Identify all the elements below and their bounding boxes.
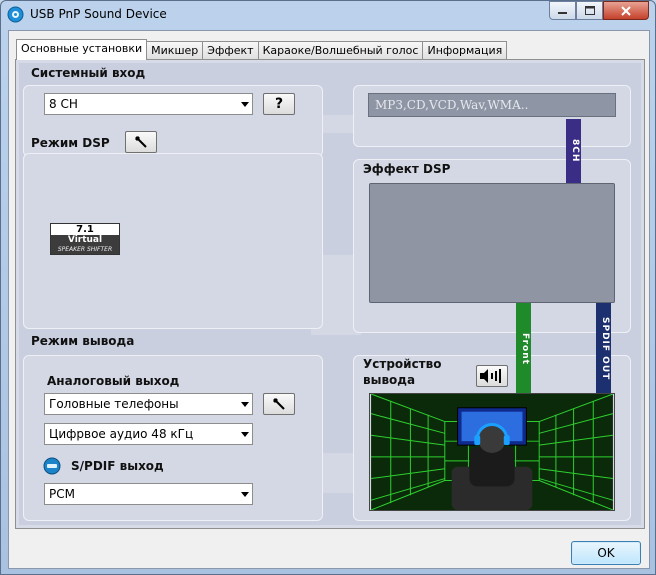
maximize-button[interactable] <box>576 1 603 20</box>
spdif-output-value: PCM <box>49 487 75 501</box>
analog-output-heading: Аналоговый выход <box>47 374 180 388</box>
dsp-effect-display <box>369 183 615 303</box>
system-input-value: 8 CH <box>49 97 78 111</box>
analog-settings-button[interactable] <box>263 393 295 415</box>
window-title: USB PnP Sound Device <box>30 7 167 21</box>
dsp-mode-heading: Режим DSP <box>31 136 110 150</box>
tab-mixer[interactable]: Микшер <box>146 41 204 60</box>
tab-strip: Основные установки Микшер Эффект Караоке… <box>16 39 508 60</box>
hammer-icon <box>135 136 147 148</box>
chevron-down-icon <box>241 432 249 437</box>
digital-audio-value: Цифрвое аудио 48 кГц <box>49 427 194 441</box>
title-bar[interactable]: USB PnP Sound Device <box>1 1 655 29</box>
help-button[interactable]: ? <box>263 93 295 115</box>
chevron-down-icon <box>241 102 249 107</box>
sound-device-icon <box>7 6 24 23</box>
spdif-output-heading: S/PDIF выход <box>71 459 164 473</box>
minimize-icon <box>558 12 567 14</box>
tab-effect[interactable]: Эффект <box>202 41 259 60</box>
spdif-toggle-icon[interactable] <box>43 457 61 475</box>
tab-karaoke[interactable]: Караоке/Волшебный голос <box>257 41 424 60</box>
spdif-output-select[interactable]: PCM <box>44 483 253 505</box>
chevron-down-icon <box>241 492 249 497</box>
close-icon <box>621 5 631 16</box>
spdif-signal-bar: SPDIF OUT <box>596 303 611 394</box>
dsp-effect-heading: Эффект DSP <box>363 162 451 176</box>
close-button[interactable] <box>603 1 649 20</box>
panel-background: Системный вход 8 CH ? MP3,CD,VCD,Wav,WMA… <box>19 63 641 525</box>
tab-basic-settings[interactable]: Основные установки <box>16 39 148 60</box>
app-window: USB PnP Sound Device Основные установки … <box>0 0 656 575</box>
virtual-7-1-badge: 7.1 Virtual SPEAKER SHIFTER <box>50 223 120 255</box>
ok-button[interactable]: OK <box>571 541 641 565</box>
badge-line-2: Virtual <box>51 235 119 245</box>
output-device-heading-line1: Устройство <box>363 357 442 371</box>
speaker-test-button[interactable] <box>476 365 508 387</box>
analog-output-select[interactable]: Головные телефоны <box>44 393 253 415</box>
audio-sources-display: MP3,CD,VCD,Wav,WMA.. <box>368 93 616 117</box>
digital-audio-select[interactable]: Цифрвое аудио 48 кГц <box>44 423 253 445</box>
system-input-select[interactable]: 8 CH <box>44 93 253 115</box>
analog-output-value: Головные телефоны <box>49 397 179 411</box>
maximize-icon <box>584 6 595 15</box>
system-input-heading: Системный вход <box>31 66 146 80</box>
output-device-heading-line2: вывода <box>363 373 416 387</box>
headphones-user-icon <box>369 393 615 511</box>
front-signal-bar: Front <box>516 303 531 394</box>
ch8-signal-bar: 8CH <box>566 119 581 183</box>
chevron-down-icon <box>241 402 249 407</box>
tab-panel: Системный вход 8 CH ? MP3,CD,VCD,Wav,WMA… <box>15 59 645 529</box>
badge-line-3: SPEAKER SHIFTER <box>51 245 119 254</box>
badge-line-1: 7.1 <box>76 224 94 235</box>
tab-information[interactable]: Информация <box>422 41 508 60</box>
dsp-settings-button[interactable] <box>125 131 157 153</box>
speaker-icon <box>480 369 501 383</box>
dialog-client-area: Основные установки Микшер Эффект Караоке… <box>8 30 650 569</box>
minimize-button[interactable] <box>549 1 576 20</box>
hammer-icon <box>273 398 285 410</box>
output-mode-heading: Режим вывода <box>31 334 135 348</box>
